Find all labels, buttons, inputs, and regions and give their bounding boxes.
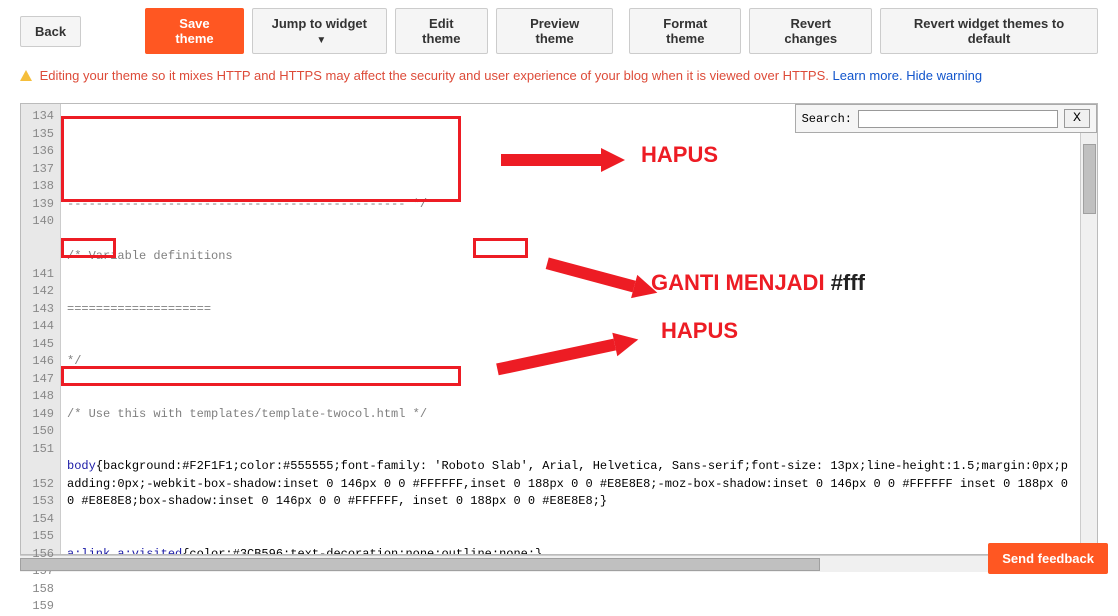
- line-gutter: 1341351361371381391401411421431441451461…: [21, 104, 61, 554]
- code-line: /* Use this with templates/template-twoc…: [67, 406, 1074, 424]
- code-editor: Search: X 134135136137138139140141142143…: [20, 103, 1098, 555]
- warning-bar: Editing your theme so it mixes HTTP and …: [0, 62, 1118, 89]
- line-number: 142: [21, 283, 60, 301]
- search-close-button[interactable]: X: [1064, 109, 1090, 128]
- revert-widget-button[interactable]: Revert widget themes to default: [880, 8, 1098, 54]
- hide-warning-link[interactable]: Hide warning: [906, 68, 982, 83]
- line-number: 141: [21, 266, 60, 284]
- annotation-box: [473, 238, 528, 258]
- line-number: 134: [21, 108, 60, 126]
- jump-to-widget-dropdown[interactable]: Jump to widget ▼: [252, 8, 387, 54]
- line-number: 150: [21, 423, 60, 441]
- horizontal-scrollbar[interactable]: [20, 555, 1098, 572]
- annotation-text: HAPUS: [641, 146, 718, 164]
- line-number: 148: [21, 388, 60, 406]
- line-number: 147: [21, 371, 60, 389]
- save-theme-button[interactable]: Save theme: [145, 8, 244, 54]
- warning-text: Editing your theme so it mixes HTTP and …: [40, 68, 829, 83]
- line-number: 153: [21, 493, 60, 511]
- line-number: 154: [21, 511, 60, 529]
- revert-changes-button[interactable]: Revert changes: [749, 8, 872, 54]
- line-number: 158: [21, 581, 60, 599]
- line-number: 151: [21, 441, 60, 476]
- line-number: 135: [21, 126, 60, 144]
- send-feedback-button[interactable]: Send feedback: [988, 543, 1108, 574]
- annotation-box: [61, 366, 461, 386]
- line-number: 136: [21, 143, 60, 161]
- format-theme-button[interactable]: Format theme: [629, 8, 741, 54]
- line-number: 145: [21, 336, 60, 354]
- search-label: Search:: [802, 112, 852, 126]
- line-number: 146: [21, 353, 60, 371]
- code-line: a:link,a:visited{color:#3CB596;text-deco…: [67, 546, 1074, 555]
- warning-icon: [20, 70, 32, 81]
- code-line: body{background:#F2F1F1;color:#555555;fo…: [67, 458, 1074, 511]
- line-number: 137: [21, 161, 60, 179]
- annotation-text: HAPUS: [661, 322, 738, 340]
- edit-theme-button[interactable]: Edit theme: [395, 8, 489, 54]
- scroll-thumb[interactable]: [1083, 144, 1096, 214]
- annotation-text: GANTI MENJADI #fff: [651, 274, 865, 292]
- line-number: 138: [21, 178, 60, 196]
- line-number: 140: [21, 213, 60, 266]
- line-number: 159: [21, 598, 60, 616]
- back-button[interactable]: Back: [20, 16, 81, 47]
- line-number: 139: [21, 196, 60, 214]
- line-number: 149: [21, 406, 60, 424]
- annotation-box: [61, 116, 461, 202]
- scroll-thumb[interactable]: [20, 558, 820, 571]
- code-area[interactable]: ----------------------------------------…: [61, 104, 1080, 554]
- line-number: 155: [21, 528, 60, 546]
- preview-theme-button[interactable]: Preview theme: [496, 8, 613, 54]
- line-number: 152: [21, 476, 60, 494]
- vertical-scrollbar[interactable]: [1080, 104, 1097, 554]
- arrow-annotation: [501, 154, 559, 207]
- chevron-down-icon: ▼: [316, 35, 326, 46]
- toolbar: Back Save theme Jump to widget ▼ Edit the…: [0, 0, 1118, 62]
- search-bar: Search: X: [795, 104, 1097, 133]
- line-number: 143: [21, 301, 60, 319]
- line-number: 144: [21, 318, 60, 336]
- jump-label: Jump to widget: [272, 16, 367, 31]
- search-input[interactable]: [858, 110, 1058, 128]
- learn-more-link[interactable]: Learn more.: [833, 68, 903, 83]
- annotation-box: [61, 238, 116, 258]
